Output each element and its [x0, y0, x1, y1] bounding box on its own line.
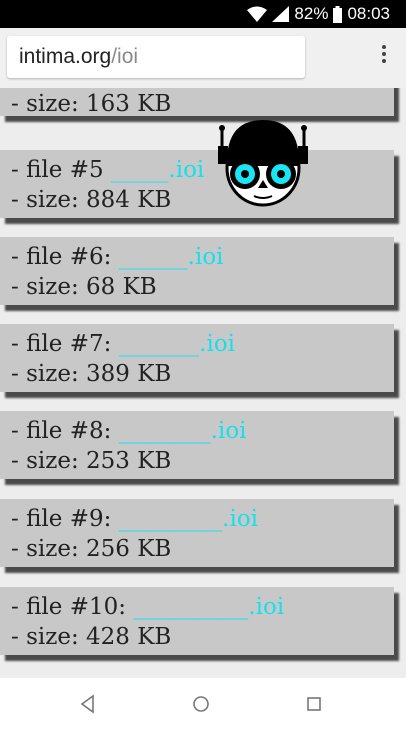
file-link[interactable]: _________.ioi — [119, 506, 258, 532]
file-link[interactable]: ______.ioi — [119, 244, 224, 270]
robot-mascot-icon — [218, 120, 308, 207]
browser-toolbar: intima.org/ioi — [0, 28, 406, 88]
back-icon[interactable] — [76, 692, 100, 716]
file-size: - size: 68 KB — [11, 274, 157, 300]
url-domain: intima.org — [19, 45, 112, 68]
file-title: - file #9: — [11, 506, 119, 532]
file-link[interactable]: _______.ioi — [119, 331, 235, 357]
file-size: - size: 389 KB — [11, 361, 172, 387]
file-title: - file #5 — [11, 157, 111, 183]
file-card: - file #8: ________.ioi - size: 253 KB — [0, 411, 394, 479]
file-card: - file #10: __________.ioi - size: 428 K… — [0, 587, 394, 655]
battery-percentage: 82% — [294, 4, 329, 23]
file-card: - file #9: _________.ioi - size: 256 KB — [0, 499, 394, 567]
file-link[interactable]: __________.ioi — [133, 594, 284, 620]
status-bar: 82% 08:03 — [0, 0, 406, 28]
url-path: /ioi — [111, 45, 139, 68]
file-title: - file #7: — [11, 331, 119, 357]
file-size: - size: 884 KB — [11, 187, 172, 213]
home-icon[interactable] — [189, 692, 213, 716]
page-content: - size: 163 KB - file #5 _____.ioi - siz… — [0, 88, 406, 678]
file-card: - file #7: _______.ioi - size: 389 KB — [0, 324, 394, 392]
file-size: - size: 428 KB — [11, 624, 172, 650]
file-title: - file #6: — [11, 244, 119, 270]
file-link[interactable]: _____.ioi — [111, 157, 204, 183]
navigation-bar — [0, 678, 406, 730]
signal-icon — [272, 6, 290, 22]
file-link[interactable]: ________.ioi — [119, 418, 247, 444]
battery-icon — [333, 5, 343, 23]
file-size: - size: 163 KB — [11, 91, 172, 117]
file-size: - size: 253 KB — [11, 448, 172, 474]
file-card: - size: 163 KB — [0, 88, 394, 117]
overflow-menu-icon[interactable] — [374, 42, 394, 72]
wifi-icon — [247, 6, 268, 22]
file-card: - file #5 _____.ioi - size: 884 KB — [0, 150, 394, 218]
url-bar[interactable]: intima.org/ioi — [7, 36, 305, 78]
clock: 08:03 — [347, 4, 390, 23]
file-title: - file #8: — [11, 418, 119, 444]
file-card: - file #6: ______.ioi - size: 68 KB — [0, 237, 394, 305]
file-title: - file #10: — [11, 594, 134, 620]
recents-icon[interactable] — [302, 692, 326, 716]
file-size: - size: 256 KB — [11, 536, 172, 562]
